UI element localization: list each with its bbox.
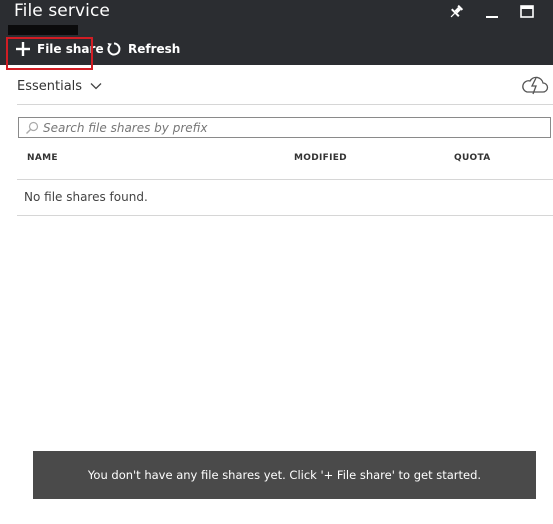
search-icon [25,121,39,135]
blade-header: File service File share Refresh [0,0,553,70]
header-divider [17,179,553,180]
table-header: NAME MODIFIED QUOTA [17,153,553,179]
search-input[interactable] [43,119,513,136]
chevron-down-icon [90,82,102,90]
plus-icon [15,41,31,57]
search-box[interactable] [18,117,551,138]
file-service-blade: File service File share Refresh Essentia… [0,0,553,524]
column-header-name[interactable]: NAME [27,153,58,163]
minimize-icon[interactable] [482,2,502,22]
blade-title: File service [14,1,110,21]
empty-table-message: No file shares found. [24,190,148,204]
essentials-divider [17,104,553,105]
notice-text: You don't have any file shares yet. Clic… [87,468,482,482]
add-file-share-label: File share [37,42,104,56]
cloud-icon[interactable] [521,74,549,96]
refresh-button[interactable]: Refresh [106,37,180,61]
command-bar: File share Refresh [0,34,553,70]
pin-icon[interactable] [446,2,466,22]
refresh-icon [106,41,122,57]
row-divider [17,215,553,216]
column-header-modified[interactable]: MODIFIED [294,153,347,163]
add-file-share-button[interactable]: File share [15,37,104,61]
refresh-label: Refresh [128,42,181,56]
maximize-icon[interactable] [517,2,537,22]
essentials-label: Essentials [17,78,83,94]
essentials-toggle[interactable]: Essentials [17,76,102,96]
empty-state-notice: You don't have any file shares yet. Clic… [33,451,536,499]
column-header-quota[interactable]: QUOTA [454,153,491,163]
